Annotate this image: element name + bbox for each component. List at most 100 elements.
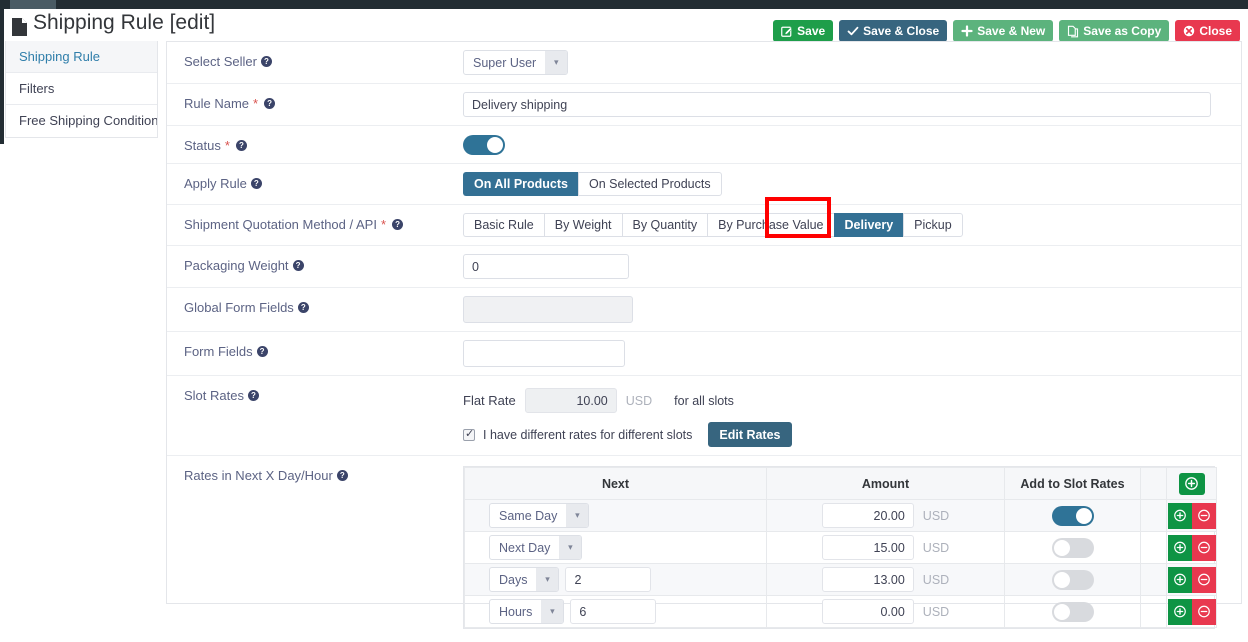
next-quantity-input[interactable] [570, 599, 657, 624]
help-icon[interactable]: ? [264, 98, 276, 109]
row-global-form-fields: Global Form Fields? [167, 288, 1241, 332]
amount-currency: USD [922, 540, 950, 555]
remove-row-button[interactable] [1191, 566, 1216, 593]
add-to-slot-rates-toggle[interactable] [1051, 537, 1094, 558]
help-icon[interactable]: ? [256, 346, 268, 357]
next-type-dropdown[interactable]: Same Day ▾ [489, 503, 590, 528]
page-title: Shipping Rule [edit] [33, 11, 216, 34]
add-row-button[interactable] [1167, 534, 1192, 561]
plus-circle-icon [1173, 541, 1186, 554]
chevron-down-icon: ▾ [536, 568, 559, 591]
amount-input[interactable] [821, 599, 914, 624]
remove-row-button[interactable] [1191, 534, 1216, 561]
remove-row-button[interactable] [1191, 598, 1216, 625]
select-seller-dropdown[interactable]: Super User ▾ [463, 50, 569, 75]
add-to-slot-rates-toggle[interactable] [1051, 505, 1094, 526]
sidebar-item-label: Free Shipping Conditions [19, 113, 157, 128]
sidebar: Shipping Rule Filters Free Shipping Cond… [5, 41, 158, 138]
save-and-close-button[interactable]: Save & Close [839, 20, 948, 42]
add-row-button[interactable] [1178, 472, 1205, 495]
next-quantity-input[interactable] [565, 567, 652, 592]
help-icon[interactable]: ? [235, 140, 247, 151]
save-as-copy-button[interactable]: Save as Copy [1059, 20, 1170, 42]
rule-name-input[interactable] [463, 92, 1211, 117]
row-rule-name: Rule Name *? [167, 84, 1241, 126]
plus-circle-icon [1173, 605, 1186, 618]
amount-input[interactable] [821, 503, 914, 528]
help-icon[interactable]: ? [336, 470, 348, 481]
sidebar-item-free-shipping-conditions[interactable]: Free Shipping Conditions [6, 105, 157, 137]
navbar-brand-segment [10, 0, 56, 9]
save-and-close-button-label: Save & Close [863, 24, 940, 38]
toggle-knob [1053, 539, 1070, 556]
cell-add-to-slot-rates [1004, 563, 1141, 596]
add-row-button[interactable] [1167, 598, 1192, 625]
for-all-slots-text: for all slots [674, 393, 734, 408]
chevron-down-icon: ▾ [545, 51, 568, 74]
help-icon[interactable]: ? [247, 390, 259, 401]
quotation-method-option-by-quantity[interactable]: By Quantity [621, 213, 708, 237]
cell-next: Next Day ▾ [464, 531, 767, 564]
amount-input[interactable] [821, 567, 914, 592]
next-type-dropdown[interactable]: Next Day ▾ [489, 535, 583, 560]
next-type-value: Same Day [499, 508, 558, 523]
next-type-dropdown[interactable]: Days ▾ [489, 567, 560, 592]
packaging-weight-input[interactable] [463, 254, 629, 279]
cell-add-to-slot-rates [1004, 531, 1141, 564]
quotation-method-option-pickup[interactable]: Pickup [903, 213, 963, 237]
plus-circle-icon [1173, 573, 1186, 586]
help-icon[interactable]: ? [392, 219, 404, 230]
chevron-down-icon: ▾ [541, 600, 564, 623]
close-button[interactable]: Close [1175, 20, 1240, 42]
help-icon[interactable]: ? [260, 56, 272, 67]
cell-next: Days ▾ [464, 563, 767, 596]
quotation-method-option-basic-rule[interactable]: Basic Rule [463, 213, 544, 237]
sidebar-item-filters[interactable]: Filters [6, 73, 157, 105]
save-button[interactable]: Save [773, 20, 834, 42]
quotation-method-option-delivery[interactable]: Delivery [833, 213, 904, 237]
amount-input[interactable] [821, 535, 914, 560]
add-to-slot-rates-toggle[interactable] [1051, 569, 1094, 590]
rates-table: Next Amount Add to Slot Rates Same Day ▾… [464, 467, 1217, 628]
save-and-new-button[interactable]: Save & New [953, 20, 1054, 42]
label-apply-rule: Apply Rule? [167, 164, 463, 204]
apply-rule-option-on-all-products[interactable]: On All Products [463, 172, 578, 196]
label-rates-next: Rates in Next X Day/Hour? [167, 456, 463, 637]
sidebar-item-shipping-rule[interactable]: Shipping Rule [6, 41, 157, 73]
quotation-method-option-by-purchase-value[interactable]: By Purchase Value [707, 213, 834, 237]
table-row: Days ▾ USD [464, 563, 1217, 596]
different-rates-line: I have different rates for different slo… [463, 422, 792, 447]
add-to-slot-rates-toggle[interactable] [1051, 601, 1094, 622]
help-icon[interactable]: ? [297, 302, 309, 313]
label-select-seller: Select Seller? [167, 42, 463, 83]
add-row-button[interactable] [1167, 502, 1192, 529]
different-rates-checkbox[interactable] [463, 427, 475, 441]
cell-next: Hours ▾ [464, 595, 767, 628]
remove-row-button[interactable] [1191, 502, 1216, 529]
apply-rule-option-on-selected-products[interactable]: On Selected Products [578, 172, 722, 196]
copy-icon [1067, 25, 1079, 38]
label-slot-rates: Slot Rates? [167, 376, 463, 455]
rates-table-wrapper: Next Amount Add to Slot Rates Same Day ▾… [463, 466, 1217, 629]
cell-spacer [1140, 499, 1167, 532]
label-text: Select Seller [184, 54, 257, 69]
next-type-dropdown[interactable]: Hours ▾ [489, 599, 565, 624]
add-row-button[interactable] [1167, 566, 1192, 593]
row-apply-rule: Apply Rule? On All Products On Selected … [167, 164, 1241, 205]
toggle-knob [1053, 571, 1070, 588]
close-button-label: Close [1199, 24, 1232, 38]
row-quotation-method: Shipment Quotation Method / API *? Basic … [167, 205, 1241, 246]
form-fields-input[interactable] [463, 340, 625, 367]
edit-rates-button[interactable]: Edit Rates [708, 422, 792, 447]
label-status: Status *? [167, 126, 463, 163]
help-icon[interactable]: ? [292, 260, 304, 271]
flat-rate-input[interactable] [524, 388, 617, 413]
page-header: Shipping Rule [edit] Save Save & Close S… [0, 9, 1248, 42]
required-asterisk: * [224, 138, 230, 153]
help-icon[interactable]: ? [250, 178, 262, 189]
toggle-knob [487, 136, 503, 153]
cell-amount: USD [766, 563, 1005, 596]
quotation-method-option-by-weight[interactable]: By Weight [543, 213, 622, 237]
status-toggle[interactable] [463, 134, 505, 155]
flat-rate-currency: USD [625, 393, 653, 408]
